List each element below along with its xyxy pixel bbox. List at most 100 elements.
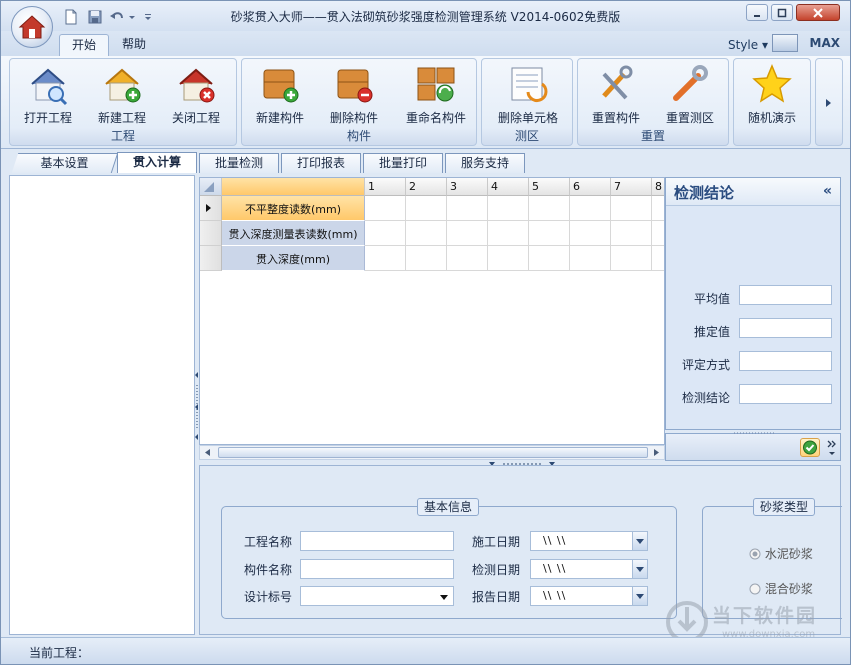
title-bar: 砂浆贯入大师——贯入法砌筑砂浆强度检测管理系统 V2014-0602免费版	[1, 1, 850, 31]
close-icon	[813, 7, 823, 18]
scroll-right-icon[interactable]	[649, 446, 663, 459]
new-project-button[interactable]: 新建工程	[88, 62, 156, 130]
ribbon-overflow[interactable]	[815, 58, 843, 146]
wrench-screwdriver-icon	[602, 65, 633, 100]
basic-info-group: 基本信息 工程名称 构件名称 设计标号 施工日期 \\ \\ 检测日期 \\ \…	[221, 498, 677, 619]
member-tree-panel[interactable]	[9, 175, 195, 635]
test-date-picker[interactable]: \\ \\	[530, 559, 648, 579]
report-date-dropdown[interactable]	[632, 587, 647, 605]
grid-row-header[interactable]	[200, 196, 222, 221]
tab-penetration-calc[interactable]: 贯入计算	[117, 152, 197, 173]
confirm-button[interactable]	[800, 438, 820, 457]
new-project-label: 新建工程	[97, 111, 146, 125]
reset-member-button[interactable]: 重置构件	[582, 62, 650, 130]
delete-crate-icon	[337, 69, 373, 103]
member-name-input[interactable]	[300, 559, 454, 579]
chevron-down-icon: ▾	[761, 38, 768, 52]
new-member-label: 新建构件	[255, 111, 304, 125]
collapse-panel-icon[interactable]: «	[823, 183, 832, 199]
new-crate-icon	[263, 69, 299, 103]
minimize-button[interactable]	[746, 4, 768, 21]
average-field[interactable]	[739, 285, 832, 305]
measurement-grid[interactable]: 1 2 3 4 5 6 7 8 不平整度读数(mm) 贯入深度测量表读数(mm)…	[199, 177, 665, 445]
tab-batch-print[interactable]: 批量打印	[363, 153, 443, 173]
grid-column-header[interactable]: 1	[365, 178, 406, 196]
evaluation-method-field[interactable]	[739, 351, 832, 371]
grid-column-header[interactable]: 3	[447, 178, 488, 196]
member-name-label: 构件名称	[244, 563, 293, 577]
random-demo-label: 随机演示	[747, 111, 796, 125]
scroll-left-icon[interactable]	[201, 446, 215, 459]
report-date-picker[interactable]: \\ \\	[530, 586, 648, 606]
cement-mortar-option[interactable]: 水泥砂浆	[749, 545, 813, 562]
grid-header-label-column	[222, 178, 365, 196]
maximize-button[interactable]	[771, 4, 793, 21]
grid-row-header[interactable]	[200, 221, 222, 246]
cement-mortar-label: 水泥砂浆	[764, 547, 813, 561]
tab-print-report[interactable]: 打印报表	[281, 153, 361, 173]
delete-cell-button[interactable]: 删除单元格	[494, 62, 562, 130]
grid-column-header[interactable]: 8	[652, 178, 664, 196]
radio-selected-icon	[749, 548, 761, 560]
group-reset-label: 重置	[640, 129, 665, 143]
scroll-thumb[interactable]	[218, 447, 648, 458]
grid-data-cells[interactable]	[365, 196, 664, 271]
panel-grip-icon[interactable]	[734, 431, 774, 435]
grid-column-header[interactable]: 4	[488, 178, 529, 196]
star-icon	[752, 64, 792, 103]
project-name-input[interactable]	[300, 531, 454, 551]
ribbon-tab-help[interactable]: 帮助	[110, 34, 158, 56]
more-options-icon[interactable]	[827, 438, 837, 458]
chevron-right-icon	[826, 99, 831, 107]
rename-member-button[interactable]: 重命名构件	[398, 62, 474, 130]
reset-zone-button[interactable]: 重置测区	[656, 62, 724, 130]
document-tabs: 基本设置 贯入计算 批量检测 打印报表 批量打印 服务支持	[1, 150, 850, 173]
project-name-label: 工程名称	[244, 535, 293, 549]
reset-zone-label: 重置测区	[665, 111, 714, 125]
open-project-button[interactable]: 打开工程	[14, 62, 82, 130]
grid-column-header[interactable]: 7	[611, 178, 652, 196]
estimated-value-field[interactable]	[739, 318, 832, 338]
test-conclusion-field[interactable]	[739, 384, 832, 404]
wrench-icon	[673, 65, 708, 101]
tab-batch-test[interactable]: 批量检测	[199, 153, 279, 173]
tab-basic-settings-frame[interactable]: 基本设置	[11, 153, 119, 173]
test-date-dropdown[interactable]	[632, 560, 647, 578]
tab-service-support[interactable]: 服务支持	[445, 153, 525, 173]
dropdown-arrow-icon	[440, 595, 448, 600]
delete-member-button[interactable]: 删除构件	[320, 62, 388, 130]
construction-date-dropdown[interactable]	[632, 532, 647, 550]
new-member-button[interactable]: 新建构件	[246, 62, 314, 130]
chevron-down-icon	[636, 567, 644, 572]
grid-column-header[interactable]: 2	[406, 178, 447, 196]
mixed-mortar-option[interactable]: 混合砂浆	[749, 580, 813, 597]
group-zone: 删除单元格 测区	[481, 58, 573, 146]
application-menu-button[interactable]	[11, 6, 53, 48]
grid-row-header[interactable]	[200, 246, 222, 271]
grid-column-header[interactable]: 6	[570, 178, 611, 196]
horizontal-scrollbar[interactable]	[199, 445, 665, 460]
construction-date-picker[interactable]: \\ \\	[530, 531, 648, 551]
random-demo-button[interactable]: 随机演示	[738, 62, 806, 130]
basic-info-title: 基本信息	[417, 498, 480, 516]
test-date-label: 检测日期	[472, 563, 521, 577]
close-button[interactable]	[796, 4, 840, 21]
max-label[interactable]: MAX	[810, 36, 840, 50]
group-zone-label: 测区	[514, 129, 539, 143]
evaluation-method-label: 评定方式	[681, 358, 730, 372]
tab-basic-settings[interactable]: 基本设置	[15, 154, 114, 172]
group-reset: 重置构件 重置测区 重置	[577, 58, 729, 146]
design-grade-select[interactable]	[300, 586, 454, 606]
open-project-label: 打开工程	[23, 111, 72, 125]
mixed-mortar-label: 混合砂浆	[764, 582, 813, 596]
minimize-icon	[754, 14, 760, 17]
ribbon-tab-start[interactable]: 开始	[59, 34, 110, 56]
grid-select-all[interactable]	[200, 178, 222, 196]
group-member-label: 构件	[346, 129, 371, 143]
max-toggle-box[interactable]	[772, 34, 798, 52]
style-menu[interactable]: Style ▾	[728, 38, 768, 52]
grid-column-header[interactable]: 5	[529, 178, 570, 196]
result-panel-footer	[665, 431, 841, 461]
close-project-button[interactable]: 关闭工程	[162, 62, 230, 130]
reset-member-label: 重置构件	[591, 111, 640, 125]
